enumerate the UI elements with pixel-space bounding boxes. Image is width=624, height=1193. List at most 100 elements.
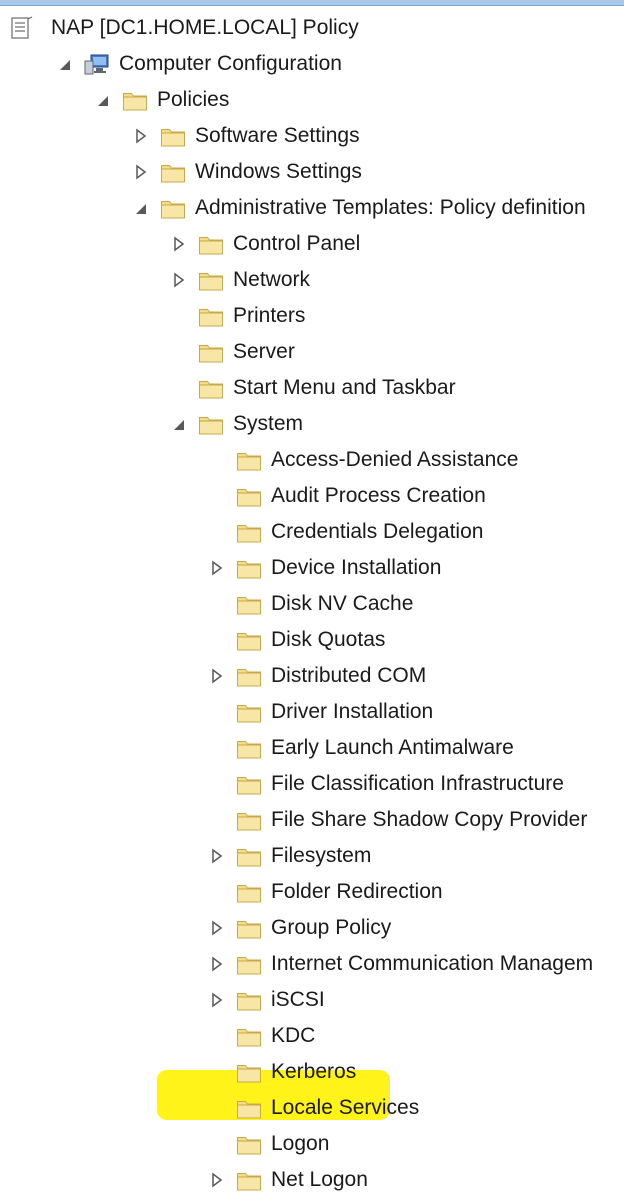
tree-item-label: Policies xyxy=(157,88,230,111)
tree-item-label: Credentials Delegation xyxy=(271,520,484,543)
collapsed-arrow-icon[interactable] xyxy=(210,559,224,577)
collapsed-arrow-icon[interactable] xyxy=(210,991,224,1009)
folder-icon xyxy=(160,196,186,220)
tree-item-disk-nv-cache[interactable]: Disk NV Cache xyxy=(0,587,624,623)
tree-item-early-launch-antimalware[interactable]: Early Launch Antimalware xyxy=(0,731,624,767)
tree-item-label: Printers xyxy=(233,304,306,327)
folder-icon xyxy=(198,232,224,256)
folder-icon xyxy=(160,160,186,184)
tree-item-audit-process-creation[interactable]: Audit Process Creation xyxy=(0,479,624,515)
computer-icon xyxy=(84,52,110,76)
tree-item-administrative-templates[interactable]: Administrative Templates: Policy definit… xyxy=(0,191,624,227)
tree-item-label: Net Logon xyxy=(271,1168,368,1191)
folder-icon xyxy=(236,484,262,508)
folder-icon xyxy=(236,952,262,976)
tree-item-internet-communication-management[interactable]: Internet Communication Managem xyxy=(0,947,624,983)
tree-item-label: KDC xyxy=(271,1024,316,1047)
tree-item-kerberos[interactable]: Kerberos xyxy=(0,1055,624,1091)
tree-item-label: Kerberos xyxy=(271,1060,357,1083)
tree-item-label: Internet Communication Managem xyxy=(271,952,594,975)
tree-item-label: Logon xyxy=(271,1132,330,1155)
folder-icon xyxy=(160,124,186,148)
tree-item-label: Server xyxy=(233,340,295,363)
folder-icon xyxy=(236,628,262,652)
tree-item-policies[interactable]: Policies xyxy=(0,83,624,119)
tree-item-label: Administrative Templates: Policy definit… xyxy=(195,196,586,219)
collapsed-arrow-icon[interactable] xyxy=(210,919,224,937)
tree-item-kdc[interactable]: KDC xyxy=(0,1019,624,1055)
folder-icon xyxy=(198,304,224,328)
tree-item-device-installation[interactable]: Device Installation xyxy=(0,551,624,587)
tree-item-server[interactable]: Server xyxy=(0,335,624,371)
tree-item-net-logon[interactable]: Net Logon xyxy=(0,1163,624,1193)
tree-item-label: File Classification Infrastructure xyxy=(271,772,564,795)
folder-icon xyxy=(198,340,224,364)
tree-item-locale-services[interactable]: Locale Services xyxy=(0,1091,624,1127)
tree-item-system[interactable]: System xyxy=(0,407,624,443)
tree-item-software-settings[interactable]: Software Settings xyxy=(0,119,624,155)
tree-item-filesystem[interactable]: Filesystem xyxy=(0,839,624,875)
collapsed-arrow-icon[interactable] xyxy=(172,235,186,253)
folder-icon xyxy=(236,1168,262,1192)
tree-item-distributed-com[interactable]: Distributed COM xyxy=(0,659,624,695)
tree-item-file-classification-infrastructure[interactable]: File Classification Infrastructure xyxy=(0,767,624,803)
tree-item-logon[interactable]: Logon xyxy=(0,1127,624,1163)
tree-item-credentials-delegation[interactable]: Credentials Delegation xyxy=(0,515,624,551)
tree-item-label: Computer Configuration xyxy=(119,52,342,75)
tree-item-disk-quotas[interactable]: Disk Quotas xyxy=(0,623,624,659)
folder-icon xyxy=(236,844,262,868)
expanded-arrow-icon[interactable] xyxy=(58,55,72,73)
tree-item-label: Driver Installation xyxy=(271,700,434,723)
tree-item-label: Locale Services xyxy=(271,1096,420,1119)
tree-item-label: Audit Process Creation xyxy=(271,484,486,507)
folder-icon xyxy=(236,736,262,760)
expanded-arrow-icon[interactable] xyxy=(96,91,110,109)
tree-item-label: iSCSI xyxy=(271,988,325,1011)
tree-item-label: Group Policy xyxy=(271,916,392,939)
tree-item-label: NAP [DC1.HOME.LOCAL] Policy xyxy=(51,16,359,39)
folder-icon xyxy=(236,556,262,580)
collapsed-arrow-icon[interactable] xyxy=(210,1171,224,1189)
tree-item-label: Windows Settings xyxy=(195,160,362,183)
expanded-arrow-icon[interactable] xyxy=(172,415,186,433)
folder-icon xyxy=(236,664,262,688)
tree-item-file-share-shadow-copy-provider[interactable]: File Share Shadow Copy Provider xyxy=(0,803,624,839)
collapsed-arrow-icon[interactable] xyxy=(210,847,224,865)
tree-item-computer-configuration[interactable]: Computer Configuration xyxy=(0,47,624,83)
tree-item-printers[interactable]: Printers xyxy=(0,299,624,335)
tree-item-nap-policy[interactable]: NAP [DC1.HOME.LOCAL] Policy xyxy=(0,11,624,47)
policy-document-icon xyxy=(8,16,34,40)
folder-icon xyxy=(236,700,262,724)
collapsed-arrow-icon[interactable] xyxy=(134,127,148,145)
tree-item-driver-installation[interactable]: Driver Installation xyxy=(0,695,624,731)
tree-item-windows-settings[interactable]: Windows Settings xyxy=(0,155,624,191)
collapsed-arrow-icon[interactable] xyxy=(172,271,186,289)
folder-icon xyxy=(236,880,262,904)
tree-item-label: Filesystem xyxy=(271,844,372,867)
tree-item-label: Software Settings xyxy=(195,124,360,147)
folder-icon xyxy=(236,592,262,616)
expanded-arrow-icon[interactable] xyxy=(134,199,148,217)
tree-item-group-policy[interactable]: Group Policy xyxy=(0,911,624,947)
folder-icon xyxy=(236,808,262,832)
tree-item-label: Device Installation xyxy=(271,556,442,579)
folder-icon xyxy=(198,376,224,400)
tree-item-start-menu-and-taskbar[interactable]: Start Menu and Taskbar xyxy=(0,371,624,407)
tree-item-control-panel[interactable]: Control Panel xyxy=(0,227,624,263)
tree-item-network[interactable]: Network xyxy=(0,263,624,299)
tree-item-iscsi[interactable]: iSCSI xyxy=(0,983,624,1019)
policy-tree-view[interactable]: NAP [DC1.HOME.LOCAL] Policy Computer Con… xyxy=(0,6,624,1193)
folder-icon xyxy=(236,1096,262,1120)
tree-item-label: Access-Denied Assistance xyxy=(271,448,519,471)
folder-icon xyxy=(198,412,224,436)
tree-item-access-denied-assistance[interactable]: Access-Denied Assistance xyxy=(0,443,624,479)
tree-item-label: System xyxy=(233,412,304,435)
tree-item-label: File Share Shadow Copy Provider xyxy=(271,808,588,831)
collapsed-arrow-icon[interactable] xyxy=(210,955,224,973)
collapsed-arrow-icon[interactable] xyxy=(210,667,224,685)
folder-icon xyxy=(236,1132,262,1156)
folder-icon xyxy=(236,988,262,1012)
tree-item-folder-redirection[interactable]: Folder Redirection xyxy=(0,875,624,911)
tree-item-label: Control Panel xyxy=(233,232,361,255)
collapsed-arrow-icon[interactable] xyxy=(134,163,148,181)
